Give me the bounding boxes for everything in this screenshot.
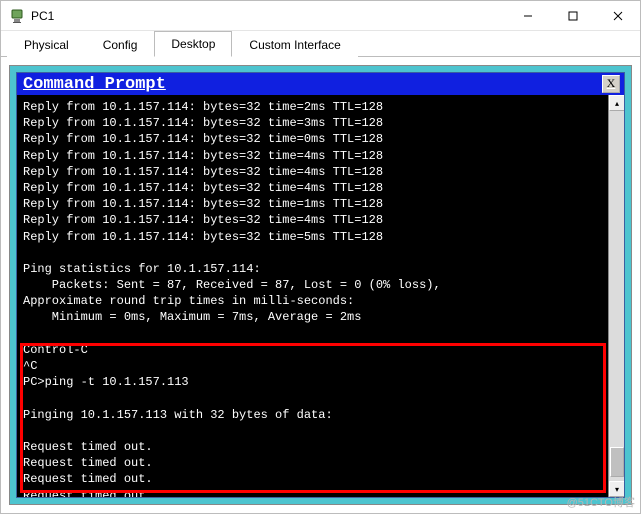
app-window: PC1 Physical Config Desktop Custom Inter… <box>0 0 641 514</box>
close-button[interactable] <box>595 1 640 31</box>
output-line: Pinging 10.1.157.113 with 32 bytes of da… <box>23 408 333 422</box>
output-line: PC>ping -t 10.1.157.113 <box>23 375 189 389</box>
app-icon <box>9 8 25 24</box>
output-line: Minimum = 0ms, Maximum = 7ms, Average = … <box>23 310 361 324</box>
minimize-button[interactable] <box>505 1 550 31</box>
window-controls <box>505 1 640 30</box>
output-line: Reply from 10.1.157.114: bytes=32 time=1… <box>23 197 383 211</box>
output-line: Request timed out. <box>23 456 153 470</box>
output-line: Request timed out. <box>23 489 153 498</box>
tab-custom-interface[interactable]: Custom Interface <box>232 32 357 57</box>
command-prompt-body: Reply from 10.1.157.114: bytes=32 time=2… <box>17 95 624 497</box>
command-prompt-close-button[interactable]: X <box>602 75 620 93</box>
output-line: Reply from 10.1.157.114: bytes=32 time=2… <box>23 100 383 114</box>
command-prompt-output[interactable]: Reply from 10.1.157.114: bytes=32 time=2… <box>17 95 608 497</box>
output-line: Request timed out. <box>23 440 153 454</box>
output-line: Control-C <box>23 343 88 357</box>
tab-desktop[interactable]: Desktop <box>154 31 232 57</box>
output-line: Reply from 10.1.157.114: bytes=32 time=3… <box>23 116 383 130</box>
output-line: ^C <box>23 359 37 373</box>
output-line: Reply from 10.1.157.114: bytes=32 time=4… <box>23 213 383 227</box>
output-line: Reply from 10.1.157.114: bytes=32 time=4… <box>23 165 383 179</box>
output-line: Reply from 10.1.157.114: bytes=32 time=5… <box>23 230 383 244</box>
output-line: Ping statistics for 10.1.157.114: <box>23 262 261 276</box>
maximize-button[interactable] <box>550 1 595 31</box>
output-line: Reply from 10.1.157.114: bytes=32 time=0… <box>23 132 383 146</box>
output-line: Approximate round trip times in milli-se… <box>23 294 354 308</box>
tab-config[interactable]: Config <box>86 32 155 57</box>
tabbar: Physical Config Desktop Custom Interface <box>1 31 640 57</box>
output-line: Request timed out. <box>23 472 153 486</box>
command-prompt-window: Command Prompt X Reply from 10.1.157.114… <box>16 72 625 498</box>
output-line: Reply from 10.1.157.114: bytes=32 time=4… <box>23 181 383 195</box>
command-prompt-title: Command Prompt <box>23 75 602 94</box>
scroll-up-button[interactable]: ▴ <box>609 95 624 111</box>
window-title: PC1 <box>31 9 505 23</box>
output-line: Reply from 10.1.157.114: bytes=32 time=4… <box>23 149 383 163</box>
content-area: Command Prompt X Reply from 10.1.157.114… <box>1 57 640 513</box>
scrollbar[interactable]: ▴ ▾ <box>608 95 624 497</box>
command-prompt-titlebar[interactable]: Command Prompt X <box>17 73 624 95</box>
output-line: Packets: Sent = 87, Received = 87, Lost … <box>23 278 441 292</box>
scroll-thumb[interactable] <box>610 447 624 477</box>
tab-physical[interactable]: Physical <box>7 32 86 57</box>
watermark: @51CTO博客 <box>567 494 635 510</box>
titlebar: PC1 <box>1 1 640 31</box>
desktop-canvas: Command Prompt X Reply from 10.1.157.114… <box>9 65 632 505</box>
